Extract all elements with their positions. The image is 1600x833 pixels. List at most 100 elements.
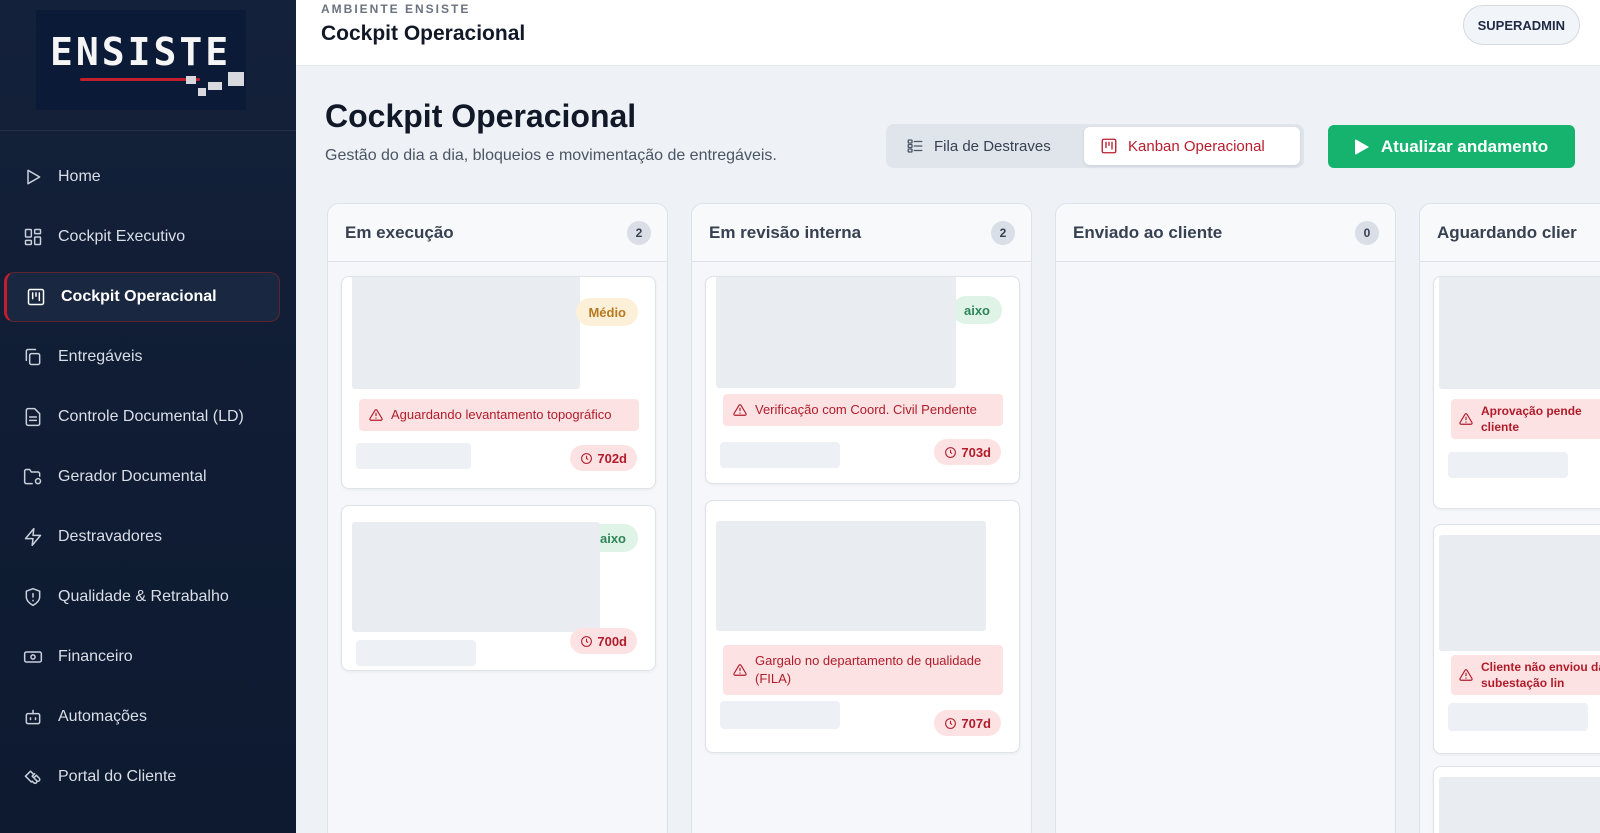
alert-text: Verificação com Coord. Civil Pendente — [755, 402, 977, 417]
clock-icon — [581, 635, 593, 647]
sidebar-item-home[interactable]: Home — [4, 152, 280, 202]
days-value: 707d — [961, 715, 991, 731]
clock-icon — [945, 446, 957, 458]
document-list-icon — [22, 406, 44, 428]
sidebar-item-label: Destravadores — [58, 528, 163, 545]
warning-icon — [733, 663, 747, 677]
alert-text: Aprovação pende cliente — [1481, 404, 1582, 434]
folder-gear-icon — [22, 466, 44, 488]
redacted-chip — [356, 443, 471, 469]
sidebar-item-financeiro[interactable]: Financeiro — [4, 632, 280, 682]
sidebar-item-label: Qualidade & Retrabalho — [58, 588, 229, 605]
days-badge: 707d — [934, 710, 1001, 736]
kanban-column-aguardando-cliente: Aguardando clier Aprovação pende cliente… — [1419, 203, 1600, 833]
tab-kanban-operacional[interactable]: Kanban Operacional — [1084, 127, 1300, 165]
logo-text: ENSISTE — [50, 30, 232, 74]
alert-text: Gargalo no departamento de qualidade (FI… — [755, 653, 982, 686]
sidebar-item-qualidade[interactable]: Qualidade & Retrabalho — [4, 572, 280, 622]
sidebar-item-portal-cliente[interactable]: Portal do Cliente — [4, 752, 280, 802]
blocker-alert: Cliente não enviou da subestação lin — [1451, 655, 1600, 695]
play-icon — [1354, 138, 1369, 155]
kanban-column-em-revisao-interna: Em revisão interna 2 aixo Verificação co… — [691, 203, 1032, 833]
kanban-card[interactable]: aixo Verificação com Coord. Civil Penden… — [705, 276, 1020, 484]
view-toggle: Fila de Destraves Kanban Operacional — [886, 124, 1304, 168]
environment-label: AMBIENTE ENSISTE — [321, 2, 471, 16]
kanban-icon — [25, 286, 47, 308]
days-value: 700d — [597, 633, 627, 649]
sidebar-item-cockpit-executivo[interactable]: Cockpit Executivo — [4, 212, 280, 262]
days-badge: 703d — [934, 439, 1001, 465]
days-badge: 702d — [570, 445, 637, 471]
clock-icon — [581, 452, 593, 464]
redacted-content — [352, 522, 600, 632]
user-menu-button[interactable]: SUPERADMIN — [1462, 5, 1580, 45]
redacted-chip — [720, 442, 840, 468]
blocker-alert: Aprovação pende cliente — [1451, 399, 1600, 439]
days-value: 703d — [961, 444, 991, 460]
sidebar-item-automacoes[interactable]: Automações — [4, 692, 280, 742]
logo-pixel — [208, 82, 222, 90]
handshake-icon — [22, 766, 44, 788]
column-title: Em revisão interna — [709, 222, 862, 242]
column-count-badge: 0 — [1355, 220, 1379, 245]
page-subtitle: Gestão do dia a dia, bloqueios e movimen… — [325, 147, 777, 164]
kanban-card[interactable] — [1433, 766, 1600, 833]
column-header: Aguardando clier — [1420, 204, 1600, 262]
copy-icon — [22, 346, 44, 368]
column-header: Em execução 2 — [328, 204, 667, 262]
logo-pixel — [228, 72, 244, 86]
list-icon — [907, 139, 923, 153]
company-logo[interactable]: ENSISTE — [36, 10, 246, 110]
sidebar-item-destravadores[interactable]: Destravadores — [4, 512, 280, 562]
kanban-icon — [1101, 138, 1117, 154]
kanban-column-em-execucao: Em execução 2 Médio Aguardando levantame… — [327, 203, 668, 833]
kanban-card[interactable]: Aprovação pende cliente — [1433, 276, 1600, 509]
kanban-column-enviado-ao-cliente: Enviado ao cliente 0 — [1055, 203, 1396, 833]
redacted-content — [1439, 277, 1600, 389]
kanban-card[interactable]: Médio Aguardando levantamento topográfic… — [341, 276, 656, 489]
redacted-chip — [1448, 703, 1588, 731]
tab-label: Kanban Operacional — [1128, 137, 1265, 155]
sidebar-item-controle-documental[interactable]: Controle Documental (LD) — [4, 392, 280, 442]
column-title: Em execução — [345, 222, 454, 242]
sidebar-item-label: Gerador Documental — [58, 468, 207, 485]
redacted-content — [1439, 535, 1600, 651]
bot-icon — [22, 706, 44, 728]
redacted-content — [1439, 777, 1600, 833]
sidebar-item-cockpit-operacional[interactable]: Cockpit Operacional — [4, 272, 280, 322]
sidebar-item-entregaveis[interactable]: Entregáveis — [4, 332, 280, 382]
sidebar-item-label: Cockpit Executivo — [58, 228, 186, 245]
column-count-badge: 2 — [627, 220, 651, 245]
warning-icon — [369, 408, 383, 422]
redacted-content — [352, 277, 580, 389]
kanban-card[interactable]: Gargalo no departamento de qualidade (FI… — [705, 500, 1020, 753]
kanban-card[interactable]: Cliente não enviou da subestação lin — [1433, 524, 1600, 754]
blocker-alert: Aguardando levantamento topográfico — [359, 399, 639, 431]
tab-label: Fila de Destraves — [934, 137, 1051, 155]
alert-text: Aguardando levantamento topográfico — [391, 407, 612, 422]
column-title: Aguardando clier — [1437, 222, 1577, 242]
button-label: Atualizar andamento — [1380, 136, 1549, 156]
sidebar-item-label: Entregáveis — [58, 348, 143, 365]
sidebar-item-label: Financeiro — [58, 648, 133, 665]
play-outline-icon — [22, 166, 44, 188]
logo-accent-line — [80, 78, 200, 81]
sidebar-item-label: Cockpit Operacional — [61, 288, 217, 305]
redacted-chip — [720, 701, 840, 729]
sidebar-divider — [0, 130, 296, 131]
lightning-icon — [22, 526, 44, 548]
page-title: Cockpit Operacional — [325, 98, 637, 134]
header-title: Cockpit Operacional — [321, 22, 526, 45]
top-header: AMBIENTE ENSISTE Cockpit Operacional SUP… — [296, 0, 1600, 66]
logo-pixel — [198, 88, 206, 96]
tab-fila-de-destraves[interactable]: Fila de Destraves — [890, 127, 1082, 165]
refresh-progress-button[interactable]: Atualizar andamento — [1328, 125, 1575, 168]
clock-icon — [945, 717, 957, 729]
logo-pixel — [186, 76, 196, 84]
shield-alert-icon — [22, 586, 44, 608]
sidebar-item-gerador-documental[interactable]: Gerador Documental — [4, 452, 280, 502]
blocker-alert: Gargalo no departamento de qualidade (FI… — [723, 645, 1003, 695]
kanban-card[interactable]: aixo 700d — [341, 505, 656, 671]
priority-badge: aixo — [951, 296, 1002, 324]
sidebar-item-label: Portal do Cliente — [58, 768, 177, 785]
